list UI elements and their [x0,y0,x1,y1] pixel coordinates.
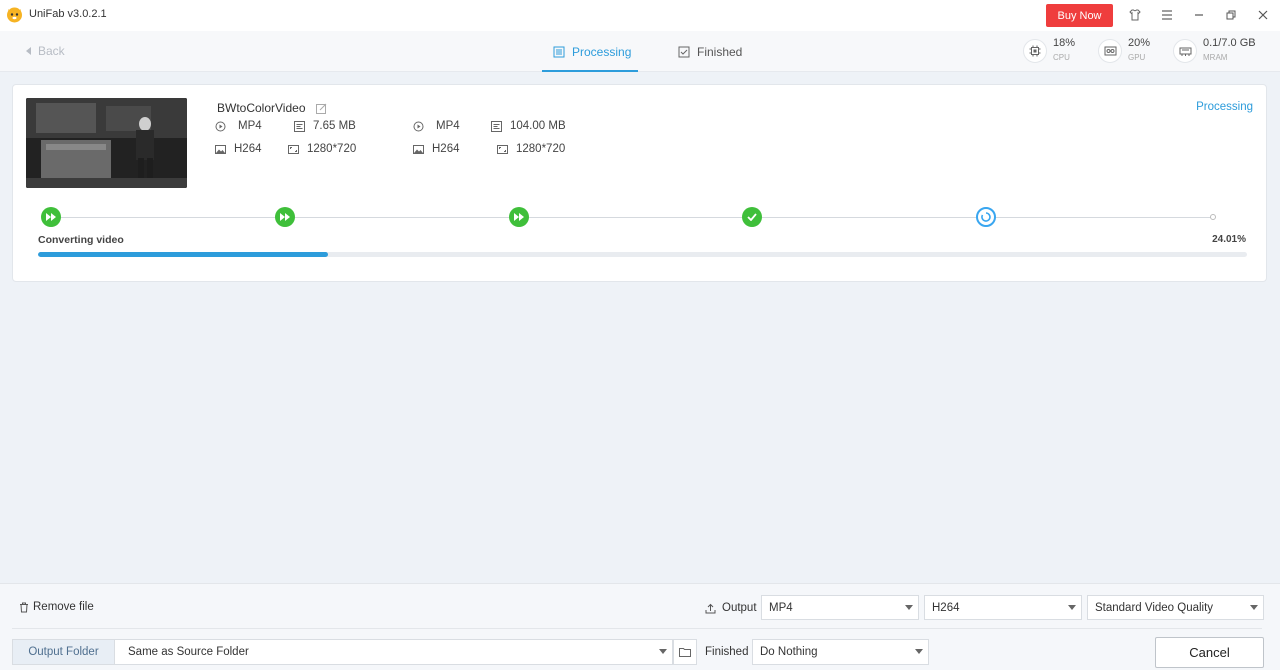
checkbox-icon [678,46,690,57]
source-codec: H264 [215,143,262,155]
cancel-button[interactable]: Cancel [1155,637,1264,668]
restore-icon[interactable] [1221,6,1241,24]
image-icon [215,144,226,154]
chevron-down-icon [915,649,923,654]
tab-finished-label: Finished [697,44,743,59]
cpu-value: 18% [1053,37,1076,49]
shirt-icon[interactable] [1125,6,1145,24]
source-container: MP4 [215,120,262,132]
resolution-icon [288,144,299,154]
progress-bar [38,252,1247,257]
title-bar: UniFab v3.0.2.1 Buy Now [0,0,1280,31]
progress-bar-fill [38,252,329,257]
task-card: BWtoColorVideo Processing MP4 7.65 MB H2… [12,84,1267,282]
finished-action-select[interactable]: Do Nothing [752,639,929,665]
output-codec: H264 [413,143,460,155]
app-title: UniFab v3.0.2.1 [29,8,107,20]
progress-label: Converting video [38,234,124,246]
step-1-fast-forward-icon [41,207,61,227]
output-size: 104.00 MB [491,120,566,132]
file-title: BWtoColorVideo [217,101,327,115]
source-format: MP4 [238,120,262,132]
finished-action-value: Do Nothing [760,646,818,658]
finished-action-label: Finished [705,646,749,658]
codec-select[interactable]: H264 [924,595,1082,620]
format-value: MP4 [769,601,793,614]
output-folder-select[interactable]: Same as Source Folder [114,639,673,665]
output-container: MP4 [413,120,460,132]
tab-processing[interactable]: Processing [553,31,631,72]
list-icon [553,46,565,57]
vram-label: MRAM [1203,53,1228,62]
minimize-icon[interactable] [1189,6,1209,24]
browse-folder-button[interactable] [673,639,697,665]
output-resolution: 1280*720 [497,143,565,155]
back-button[interactable]: Back [26,44,65,58]
output-label-text: Output [722,602,757,614]
format-select[interactable]: MP4 [761,595,919,620]
file-size-icon [294,120,305,132]
output-resolution-value: 1280*720 [516,143,566,155]
chevron-down-icon [1068,605,1076,610]
chevron-down-icon [905,605,913,610]
step-2-fast-forward-icon [275,207,295,227]
play-circle-icon [215,121,226,131]
output-size-value: 104.00 MB [510,120,566,132]
image-icon [413,144,424,154]
file-size-icon [491,120,502,132]
quality-select[interactable]: Standard Video Quality [1087,595,1264,620]
close-icon[interactable] [1253,6,1273,24]
trash-icon [20,602,28,612]
step-6-pending-dot [1210,214,1216,220]
nav-bar: Back Processing Finished 18% CPU 20% GPU… [0,31,1280,72]
chevron-down-icon [659,649,667,654]
step-5-spinner-icon [976,207,996,227]
tab-processing-label: Processing [572,44,632,59]
codec-value: H264 [932,601,960,614]
step-3-fast-forward-icon [509,207,529,227]
step-4-check-icon [742,207,762,227]
edit-icon[interactable] [315,103,327,114]
tab-finished[interactable]: Finished [678,31,742,72]
upload-icon [705,603,716,613]
chevron-down-icon [1250,605,1258,610]
bottom-divider [12,628,1262,629]
vram-value: 0.1/7.0 GB [1203,37,1256,49]
source-size-value: 7.65 MB [313,120,356,132]
output-codec-value: H264 [432,143,460,155]
source-size: 7.65 MB [294,120,356,132]
cpu-icon [1023,39,1047,63]
output-label: Output [705,602,757,614]
back-label: Back [38,44,65,58]
active-tab-indicator [542,70,638,72]
source-codec-value: H264 [234,143,262,155]
gpu-icon [1098,39,1122,63]
output-folder-value: Same as Source Folder [128,646,249,658]
remove-file-label: Remove file [33,601,94,613]
remove-file-button[interactable]: Remove file [19,601,94,613]
quality-value: Standard Video Quality [1095,601,1214,614]
output-folder-label: Output Folder [12,639,115,665]
menu-icon[interactable] [1157,6,1177,24]
cpu-label: CPU [1053,53,1070,62]
resolution-icon [497,144,508,154]
gpu-label: GPU [1128,53,1146,62]
progress-percent: 24.01% [1212,234,1246,245]
gpu-value: 20% [1128,37,1151,49]
play-circle-icon [413,121,424,131]
folder-icon [679,648,691,657]
file-name: BWtoColorVideo [217,101,306,115]
app-logo-icon [7,7,22,23]
memory-icon [1173,39,1197,63]
output-format: MP4 [436,120,460,132]
bottom-panel: Remove file Output MP4 H264 Standard Vid… [0,583,1280,670]
pipeline-track [53,217,1215,218]
source-resolution-value: 1280*720 [307,143,357,155]
buy-now-button[interactable]: Buy Now [1046,4,1113,27]
video-thumbnail[interactable] [26,98,187,188]
source-resolution: 1280*720 [288,143,356,155]
task-status: Processing [1196,101,1253,113]
chevron-left-icon [26,47,31,55]
